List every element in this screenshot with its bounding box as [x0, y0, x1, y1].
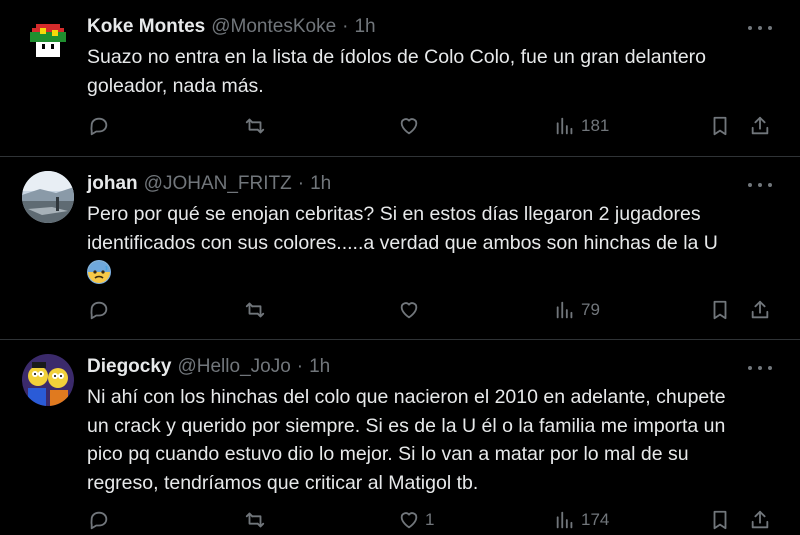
tweet-actions: 1 174 [0, 505, 800, 535]
analytics-icon [556, 117, 573, 135]
dot-icon [758, 26, 762, 30]
view-count: 174 [581, 510, 610, 529]
separator: · [297, 173, 305, 194]
reply-button[interactable] [88, 111, 110, 141]
retweet-button[interactable] [244, 505, 266, 535]
analytics-icon [556, 301, 573, 319]
like-button[interactable] [398, 111, 425, 141]
tweet-actions: 181 [0, 111, 800, 141]
heart-icon [400, 302, 418, 319]
tweet-text-line: un crack y querido por siempre. Si es de… [87, 414, 726, 437]
heart-icon [400, 512, 418, 529]
retweet-button[interactable] [244, 295, 266, 325]
views-button[interactable]: 181 [554, 111, 609, 141]
tweet-text-line: Ni ahí con los hinchas del colo que naci… [87, 386, 726, 408]
reply-icon [90, 511, 108, 530]
tweet-text-line: Pero por qué se enojan cebritas? Si en e… [87, 203, 701, 225]
dot-icon [768, 26, 772, 30]
bookmark-button[interactable] [709, 111, 731, 141]
more-options-button[interactable] [748, 18, 772, 38]
author-handle[interactable]: @MontesKoke [211, 16, 336, 38]
retweet-icon [245, 512, 265, 528]
separator: · [342, 16, 349, 37]
tweet-text-line: pico pq cuando estuvo dio lo mejor. Si l… [87, 443, 689, 465]
like-button[interactable]: 1 [398, 505, 434, 535]
tweet-actions: 79 [0, 295, 800, 325]
reply-button[interactable] [88, 295, 110, 325]
tweet-text: Suazo no entra en la lista de ídolos de … [87, 43, 777, 100]
views-button[interactable]: 79 [554, 295, 600, 325]
avatar[interactable] [22, 354, 74, 406]
more-options-button[interactable] [748, 358, 772, 378]
like-button[interactable] [398, 295, 425, 325]
more-options-button[interactable] [748, 175, 772, 195]
share-icon [751, 300, 769, 319]
retweet-icon [245, 118, 265, 134]
dot-icon [748, 26, 752, 30]
author-name[interactable]: Koke Montes [87, 16, 205, 38]
views-button[interactable]: 174 [554, 505, 609, 535]
dot-icon [748, 183, 752, 187]
dot-icon [758, 366, 762, 370]
tweet[interactable]: Koke Montes @MontesKoke · 1h Suazo no en… [0, 0, 800, 157]
tweet-text: Pero por qué se enojan cebritas? Si en e… [87, 200, 777, 286]
reply-button[interactable] [88, 505, 110, 535]
retweet-icon [245, 302, 265, 318]
timestamp[interactable]: 1h [354, 16, 375, 38]
reply-icon [90, 117, 108, 136]
tweet-text-line: Suazo no entra en la lista de ídolos de … [87, 46, 707, 68]
share-icon [751, 116, 769, 135]
mushroom-avatar-icon [22, 14, 74, 66]
dot-icon [748, 366, 752, 370]
dot-icon [768, 366, 772, 370]
retweet-button[interactable] [244, 111, 266, 141]
view-count: 181 [581, 116, 610, 135]
dot-icon [768, 183, 772, 187]
tweet[interactable]: johan @JOHAN_FRITZ · 1h Pero por qué se … [0, 157, 800, 340]
bookmark-button[interactable] [709, 295, 731, 325]
anxious-face-emoji-icon [87, 259, 111, 284]
timestamp[interactable]: 1h [310, 173, 331, 195]
analytics-icon [556, 511, 573, 529]
share-icon [751, 510, 769, 529]
bookmark-icon [713, 510, 727, 530]
bookmark-icon [713, 116, 727, 136]
bookmark-icon [713, 300, 727, 320]
heart-icon [400, 118, 418, 135]
tweet-text-line: goleador, nada más. [87, 74, 264, 97]
tweet[interactable]: Diegocky @Hello_JoJo · 1h Ni ahí con los… [0, 340, 800, 535]
author-name[interactable]: Diegocky [87, 356, 171, 378]
avatar[interactable] [22, 171, 74, 223]
avatar[interactable] [22, 14, 74, 66]
tweet-text-line: identificados con sus colores.....a verd… [87, 231, 718, 254]
tweet-text-line: regreso, tendríamos que criticar al Mati… [87, 471, 479, 494]
dot-icon [758, 183, 762, 187]
author-name[interactable]: johan [87, 173, 138, 195]
bookmark-button[interactable] [709, 505, 731, 535]
like-count: 1 [425, 510, 435, 529]
share-button[interactable] [749, 505, 771, 535]
reply-icon [90, 301, 108, 320]
cartoon-avatar-icon [22, 354, 74, 406]
author-handle[interactable]: @JOHAN_FRITZ [144, 173, 292, 195]
timestamp[interactable]: 1h [309, 356, 330, 378]
share-button[interactable] [749, 295, 771, 325]
view-count: 79 [581, 300, 600, 319]
tweet-text: Ni ahí con los hinchas del colo que naci… [87, 383, 777, 497]
separator: · [296, 356, 304, 377]
share-button[interactable] [749, 111, 771, 141]
landscape-avatar-icon [22, 171, 74, 223]
author-handle[interactable]: @Hello_JoJo [177, 356, 290, 378]
tweet-emoji-line [87, 257, 777, 286]
